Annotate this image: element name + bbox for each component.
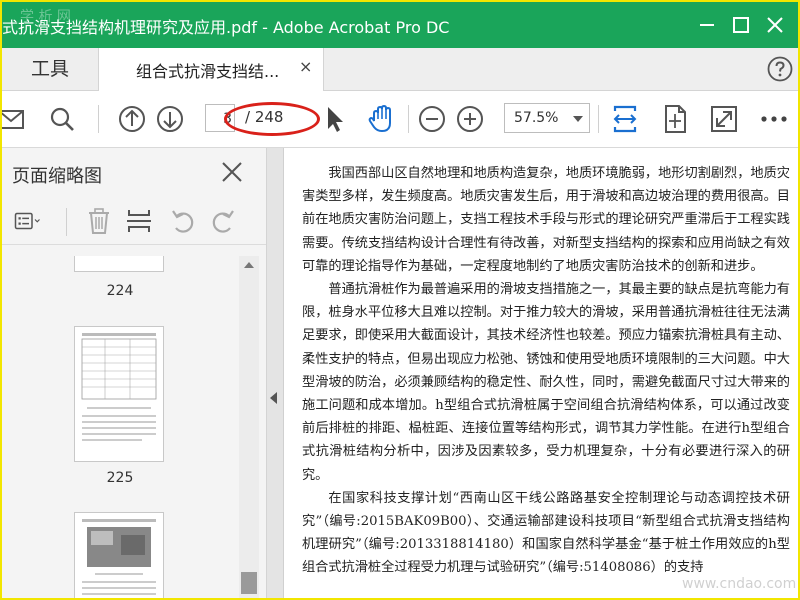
envelope-icon xyxy=(2,110,24,129)
thumbnail-scrollbar[interactable] xyxy=(239,256,259,598)
full-screen-button[interactable] xyxy=(706,101,742,137)
zoom-level-select[interactable]: 57.5% xyxy=(504,103,590,133)
delete-page-button[interactable] xyxy=(84,206,114,236)
window-close-button[interactable] xyxy=(760,10,790,40)
plus-circle-icon xyxy=(457,106,483,132)
fit-page-button[interactable] xyxy=(657,101,693,137)
help-button[interactable] xyxy=(767,56,793,82)
options-menu-icon xyxy=(14,212,40,230)
zoom-level-value: 57.5% xyxy=(514,110,559,126)
panel-title: 页面缩略图 xyxy=(12,166,102,187)
toolbar-separator xyxy=(98,105,99,133)
page-thumbnail[interactable] xyxy=(74,326,164,462)
collapse-panel-icon[interactable] xyxy=(270,392,277,404)
panel-toolbar xyxy=(2,200,266,245)
panel-toolbar-separator xyxy=(66,208,67,236)
insert-page-icon xyxy=(127,210,151,232)
maximize-button[interactable] xyxy=(726,10,756,40)
thumbnail-list: 224 225 xyxy=(2,256,238,598)
email-button[interactable] xyxy=(2,101,32,137)
panel-close-button[interactable] xyxy=(220,160,244,184)
rotate-left-icon xyxy=(172,210,194,233)
zoom-in-button[interactable] xyxy=(452,101,488,137)
rotate-right-icon xyxy=(212,210,234,233)
expand-icon xyxy=(711,106,737,132)
more-tools-button[interactable] xyxy=(756,101,792,137)
close-icon xyxy=(767,17,783,33)
scroll-up-icon[interactable] xyxy=(244,262,254,268)
fit-width-icon xyxy=(613,105,637,133)
close-icon xyxy=(222,162,242,182)
arrow-up-circle-icon xyxy=(119,106,145,132)
document-watermark: www.cndao.com xyxy=(682,576,797,592)
document-paragraph: 普通抗滑桩作为最普遍采用的滑坡支挡措施之一，其最主要的缺点是抗弯能力有限，桩身水… xyxy=(302,282,790,483)
document-view[interactable]: 我国西部山区自然地理和地质构造复杂，地质环境脆弱，地形切割剧烈，地质灾害类型多样… xyxy=(284,148,798,598)
minimize-icon xyxy=(700,24,714,26)
main-toolbar: 3 / 248 57.5% xyxy=(2,91,798,148)
hand-icon xyxy=(368,104,391,133)
page-thumbnail[interactable] xyxy=(74,256,164,272)
trash-icon xyxy=(89,208,109,234)
title-bar: 学 析 网 式抗滑支挡结构机理研究及应用.pdf - Adobe Acrobat… xyxy=(2,2,798,48)
tab-bar: 工具 组合式抗滑支挡结... × xyxy=(2,48,798,91)
help-icon xyxy=(767,56,793,82)
page-preview-image xyxy=(81,333,157,441)
previous-page-button[interactable] xyxy=(114,101,150,137)
search-icon xyxy=(50,107,74,131)
arrow-down-circle-icon xyxy=(157,106,183,132)
page-thumbnails-panel: 页面缩略图 224 225 xyxy=(2,148,267,598)
tab-document-label: 组合式抗滑支挡结... xyxy=(136,62,280,81)
fit-page-icon xyxy=(665,105,686,133)
chevron-down-icon xyxy=(573,116,583,122)
tab-close-button[interactable]: × xyxy=(299,57,312,76)
fit-width-button[interactable] xyxy=(607,101,643,137)
document-body: 我国西部山区自然地理和地质构造复杂，地质环境脆弱，地形切割剧烈，地质灾害类型多样… xyxy=(302,162,790,580)
cursor-arrow-icon xyxy=(328,107,343,132)
page-preview-image xyxy=(82,519,156,595)
rotate-right-button[interactable] xyxy=(208,206,238,236)
toolbar-separator xyxy=(408,105,409,133)
hand-tool-button[interactable] xyxy=(364,101,400,137)
more-dots-icon xyxy=(761,116,787,122)
page-thumbnail-label: 224 xyxy=(106,283,134,299)
thumbnail-options-button[interactable] xyxy=(14,206,54,236)
zoom-out-button[interactable] xyxy=(414,101,450,137)
scrollbar-thumb[interactable] xyxy=(241,572,257,594)
tab-document[interactable]: 组合式抗滑支挡结... × xyxy=(99,48,324,91)
app-window: 学 析 网 式抗滑支挡结构机理研究及应用.pdf - Adobe Acrobat… xyxy=(0,0,800,600)
page-thumbnail-label: 225 xyxy=(106,470,134,486)
page-thumbnail[interactable] xyxy=(74,512,164,598)
minimize-button[interactable] xyxy=(692,10,722,40)
panel-splitter[interactable] xyxy=(267,148,284,598)
toolbar-separator xyxy=(598,105,599,133)
search-button[interactable] xyxy=(44,101,80,137)
document-paragraph: 我国西部山区自然地理和地质构造复杂，地质环境脆弱，地形切割剧烈，地质灾害类型多样… xyxy=(302,166,790,274)
next-page-button[interactable] xyxy=(152,101,188,137)
highlight-annotation xyxy=(224,102,320,136)
rotate-left-button[interactable] xyxy=(168,206,198,236)
select-tool-button[interactable] xyxy=(316,101,352,137)
document-paragraph: 在国家科技支撑计划“西南山区干线公路路基安全控制理论与动态调控技术研究”（编号:… xyxy=(302,490,790,576)
tab-tools[interactable]: 工具 xyxy=(2,48,99,90)
maximize-icon xyxy=(733,17,749,33)
insert-page-button[interactable] xyxy=(124,206,154,236)
minus-circle-icon xyxy=(419,106,445,132)
window-title: 式抗滑支挡结构机理研究及应用.pdf - Adobe Acrobat Pro D… xyxy=(2,18,450,37)
